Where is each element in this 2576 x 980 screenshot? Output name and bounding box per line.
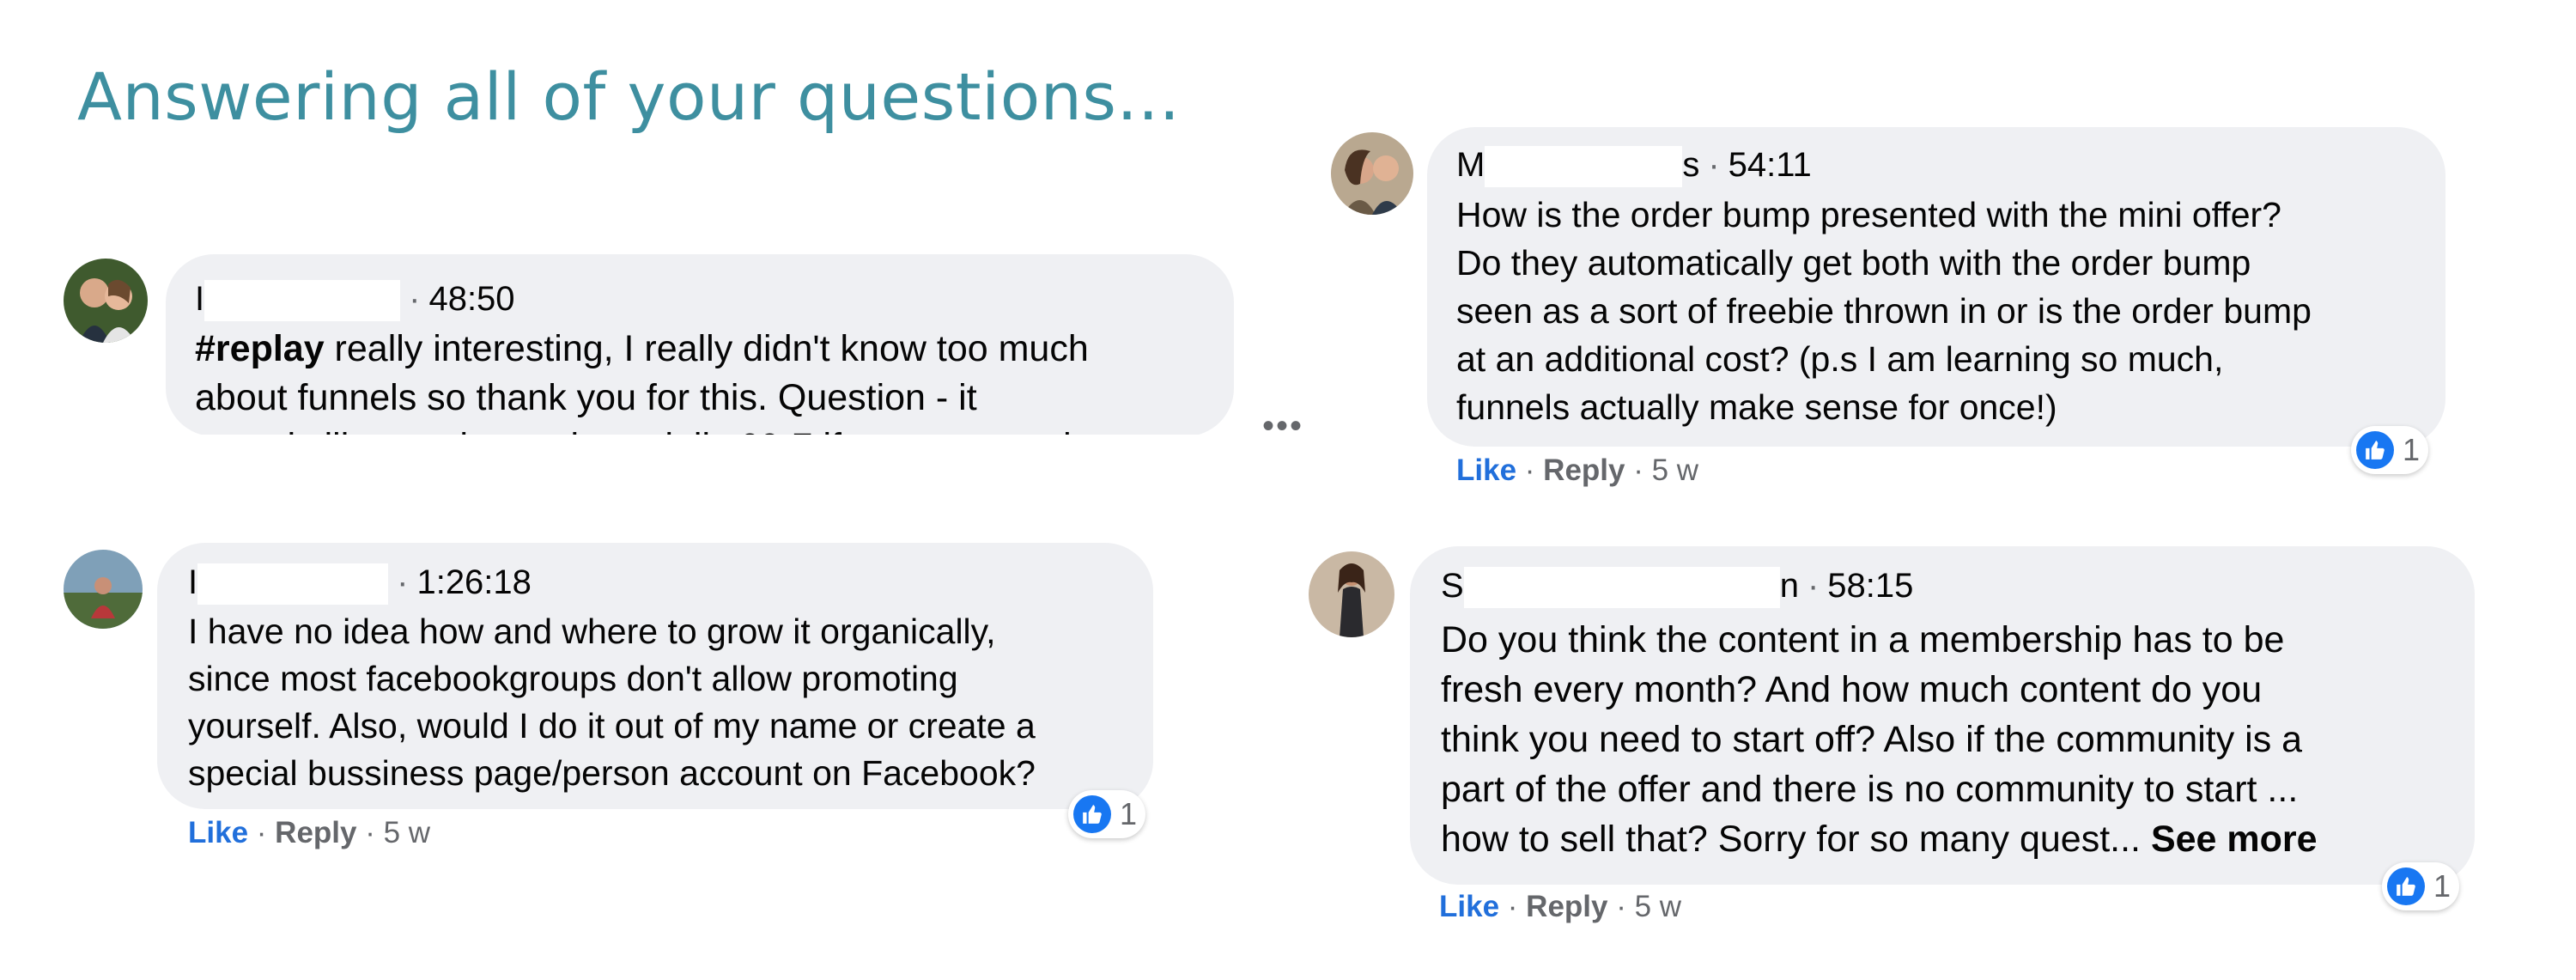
- comment-header: I · 48:50: [195, 280, 515, 322]
- comment-line: part of the offer and there is no commun…: [1441, 769, 2299, 810]
- reaction-number: 1: [2403, 432, 2421, 467]
- reaction-count[interactable]: 1: [2351, 426, 2429, 474]
- comment-age[interactable]: 5 w: [1652, 453, 1698, 487]
- commenter-name[interactable]: I: [195, 280, 204, 318]
- commenter-name[interactable]: S: [1441, 567, 1464, 605]
- comment-line: seen as a sort of freebie thrown in or i…: [1456, 291, 2312, 331]
- reaction-count[interactable]: 1: [1068, 790, 1146, 838]
- comment-line: fresh every month? And how much content …: [1441, 669, 2263, 710]
- separator: ·: [1807, 567, 1820, 605]
- redacted-name: [1463, 567, 1780, 609]
- see-more-link[interactable]: See more: [2151, 819, 2318, 860]
- comment-line: since most facebookgroups don't allow pr…: [188, 659, 958, 698]
- comment-age[interactable]: 5 w: [1635, 890, 1681, 923]
- slide-title: Answering all of your questions...: [77, 58, 1181, 135]
- redacted-name: [1485, 146, 1683, 188]
- commenter-name-end[interactable]: s: [1682, 146, 1699, 184]
- comment-line: funnels actually make sense for once!): [1456, 387, 2057, 427]
- comment-actions: Like · Reply · 5 w: [188, 816, 430, 850]
- comment-bubble: Sn · 58:15 Do you think the content in a m…: [1410, 546, 2475, 885]
- comment-age[interactable]: 5 w: [384, 816, 430, 849]
- comment-text: I have no idea how and where to grow it …: [188, 608, 1036, 797]
- redacted-name: [204, 280, 401, 322]
- comment-line: yourself. Also, would I do it out of my …: [188, 706, 1036, 746]
- comment-text: How is the order bump presented with the…: [1456, 191, 2312, 431]
- comment-line: #replay really interesting, I really did…: [195, 328, 1089, 369]
- separator: ·: [1708, 146, 1720, 184]
- separator: ·: [1507, 890, 1518, 923]
- crop-mask: [155, 435, 1245, 503]
- comment-header: I · 1:26:18: [188, 563, 532, 606]
- video-timestamp[interactable]: 58:15: [1827, 567, 1913, 605]
- thumbs-up-icon: [1073, 795, 1111, 833]
- separator: ·: [1524, 453, 1535, 487]
- separator: ·: [397, 563, 409, 601]
- comment-bubble: Ms · 54:11 How is the order bump presented…: [1427, 127, 2445, 447]
- comment-header: Ms · 54:11: [1456, 146, 1812, 188]
- reaction-number: 1: [2433, 868, 2451, 904]
- separator: ·: [1616, 890, 1626, 923]
- reply-link[interactable]: Reply: [1543, 453, 1625, 487]
- video-timestamp[interactable]: 1:26:18: [416, 563, 531, 601]
- reaction-count[interactable]: 1: [2382, 862, 2460, 910]
- redacted-name: [197, 563, 389, 606]
- reply-link[interactable]: Reply: [275, 816, 356, 849]
- comment-bubble: I · 48:50 #replay really interesting, I re…: [166, 254, 1234, 467]
- comment-line: think you need to start off? Also if the…: [1441, 719, 2303, 760]
- comment-line: about funnels so thank you for this. Que…: [195, 377, 977, 418]
- comment-line: Do they automatically get both with the …: [1456, 243, 2251, 283]
- avatar[interactable]: [64, 259, 148, 343]
- avatar[interactable]: [1331, 132, 1413, 215]
- separator: ·: [256, 816, 267, 849]
- comment-line: How is the order bump presented with the…: [1456, 195, 2281, 234]
- like-link[interactable]: Like: [1439, 890, 1499, 923]
- comment-actions: Like · Reply · 5 w: [1439, 890, 1681, 924]
- commenter-name[interactable]: I: [188, 563, 197, 601]
- like-link[interactable]: Like: [1456, 453, 1516, 487]
- comment-line: I have no idea how and where to grow it …: [188, 612, 996, 651]
- avatar[interactable]: [1309, 551, 1394, 637]
- reaction-number: 1: [1120, 796, 1138, 831]
- reply-link[interactable]: Reply: [1526, 890, 1607, 923]
- comment-line: how to sell that? Sorry for so many ques…: [1441, 819, 2318, 860]
- comment-actions: Like · Reply · 5 w: [1456, 453, 1698, 488]
- video-timestamp[interactable]: 54:11: [1728, 146, 1812, 184]
- more-options-icon[interactable]: •••: [1262, 407, 1303, 446]
- thumbs-up-icon: [2387, 867, 2425, 905]
- commenter-name[interactable]: M: [1456, 146, 1485, 184]
- separator: ·: [365, 816, 375, 849]
- commenter-name-end[interactable]: n: [1780, 567, 1799, 605]
- comment-text: Do you think the content in a membership…: [1441, 615, 2318, 864]
- comment-line: special bussiness page/person account on…: [188, 753, 1036, 793]
- like-link[interactable]: Like: [188, 816, 248, 849]
- separator: ·: [409, 280, 421, 318]
- hashtag[interactable]: #replay: [195, 328, 325, 369]
- video-timestamp[interactable]: 48:50: [428, 280, 514, 318]
- separator: ·: [1633, 453, 1643, 487]
- avatar[interactable]: [64, 550, 143, 629]
- comment-line: at an additional cost? (p.s I am learnin…: [1456, 339, 2224, 379]
- comment-header: Sn · 58:15: [1441, 567, 1913, 609]
- comment-bubble: I · 1:26:18 I have no idea how and where t…: [157, 543, 1153, 809]
- comment-line: Do you think the content in a membership…: [1441, 619, 2285, 660]
- thumbs-up-icon: [2356, 431, 2394, 469]
